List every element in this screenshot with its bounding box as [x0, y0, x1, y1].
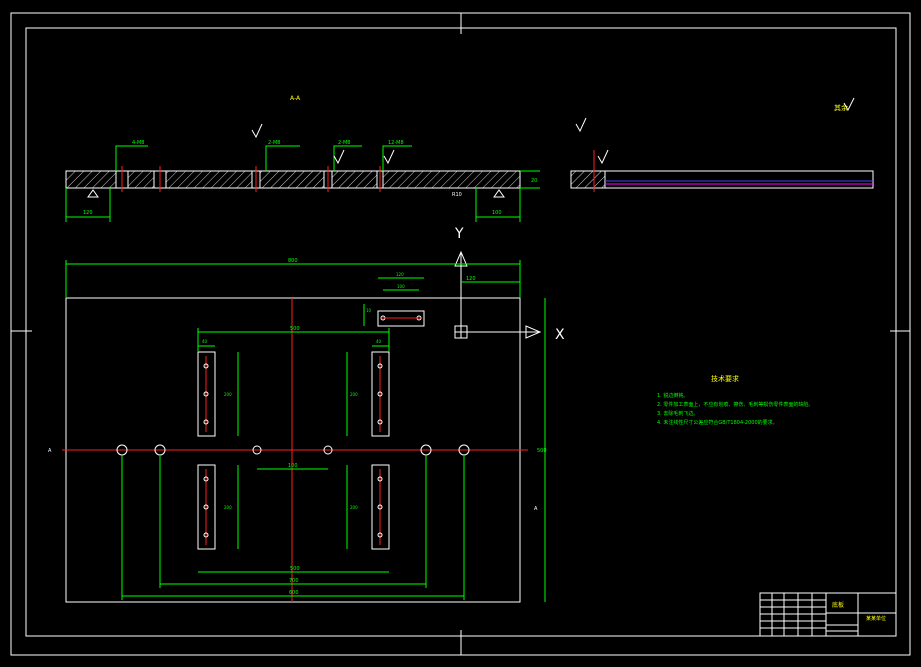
- tech-requirements: 技术要求 1. 锐边倒钝。 2. 零件加工表面上，不应有划痕、擦伤、毛刺等损伤零…: [657, 374, 813, 426]
- title-block: 底板 某某单位: [759, 592, 897, 637]
- roughness-triangle: [493, 189, 505, 198]
- dim-center-span-value: 100: [288, 463, 298, 469]
- section-mark-a-left: A: [48, 448, 52, 454]
- section-view-side: [570, 117, 874, 192]
- dim-overall-width-value: 800: [288, 258, 298, 264]
- tech-req-item: 1. 锐边倒钝。: [657, 392, 688, 399]
- hole-callout-2: 2-M8: [268, 140, 280, 146]
- tech-req-title: 技术要求: [711, 374, 739, 383]
- dim-slot-length-value: 200: [224, 392, 232, 397]
- plan-view: A A 800 120 500 500 40 40 200 200 200 20…: [48, 258, 547, 603]
- roughness-symbol: [251, 123, 263, 139]
- dim-overall-height-value: 500: [537, 448, 547, 454]
- dim-hole-outer-value: 600: [289, 590, 299, 596]
- r-note: R10: [452, 192, 462, 198]
- dim-right-offset-value: 120: [466, 276, 476, 282]
- section-label: A-A: [290, 95, 301, 102]
- side-hatch: [570, 170, 606, 189]
- hole-callout-3: 2-M8: [338, 140, 350, 146]
- leader-hole-2: [265, 145, 300, 171]
- dim-small-slot-w-value: 120: [396, 272, 404, 277]
- dim-small-slot-h-value: 100: [397, 284, 405, 289]
- section-mark-a-right: A: [534, 506, 538, 512]
- roughness-triangle: [87, 189, 99, 198]
- dim-slot-span-value: 500: [290, 326, 300, 332]
- leader-hole-1: [115, 145, 148, 171]
- axis-y-label: Y: [454, 226, 464, 242]
- dim-small-slot-off-value: 10: [366, 308, 372, 313]
- section-body: [65, 170, 521, 189]
- axis-x-label: X: [555, 327, 565, 343]
- side-body: [570, 170, 874, 189]
- dim-slot-length-value: 200: [350, 392, 358, 397]
- part-name: 底板: [832, 601, 844, 609]
- roughness-symbol: [333, 149, 345, 165]
- thickness-value: 20: [531, 178, 537, 184]
- dim-slot-span-bottom-value: 500: [290, 566, 300, 572]
- tech-req-item: 3. 去除毛刺飞边。: [657, 410, 698, 417]
- dim-slot-top-w-value: 40: [376, 339, 382, 344]
- dim-hole-inner-value: 700: [289, 578, 299, 584]
- leader-hole-4: [382, 145, 412, 171]
- dim-sec-right: 100: [492, 210, 502, 216]
- dim-slot-top-w-value: 40: [202, 339, 208, 344]
- dim-sec-left: 120: [83, 210, 93, 216]
- hole-callout-1: 4-M8: [132, 140, 144, 146]
- roughness-symbol: [597, 149, 609, 165]
- company-name: 某某单位: [866, 615, 886, 622]
- hole-callout-4: 12-M8: [388, 140, 404, 146]
- roughness-symbol: [383, 149, 395, 165]
- roughness-note: 其余: [834, 103, 848, 112]
- roughness-symbol: [575, 117, 587, 133]
- tech-req-item: 2. 零件加工表面上，不应有划痕、擦伤、毛刺等损伤零件表面的缺陷。: [657, 401, 813, 408]
- section-view-main: 4-M8 2-M8 2-M8 12-M8 120 100 R10 20: [65, 123, 540, 222]
- leader-hole-3: [333, 145, 362, 171]
- cad-drawing-canvas: 其余 A-A 4-M8 2-M8 2-M8 12-M8 120 100 R10 …: [10, 12, 911, 656]
- tech-req-item: 4. 未注线性尺寸公差应符合GB/T1804-2000的要求。: [657, 419, 778, 426]
- dim-slot-length-value: 200: [224, 505, 232, 510]
- dim-slot-length-value: 200: [350, 505, 358, 510]
